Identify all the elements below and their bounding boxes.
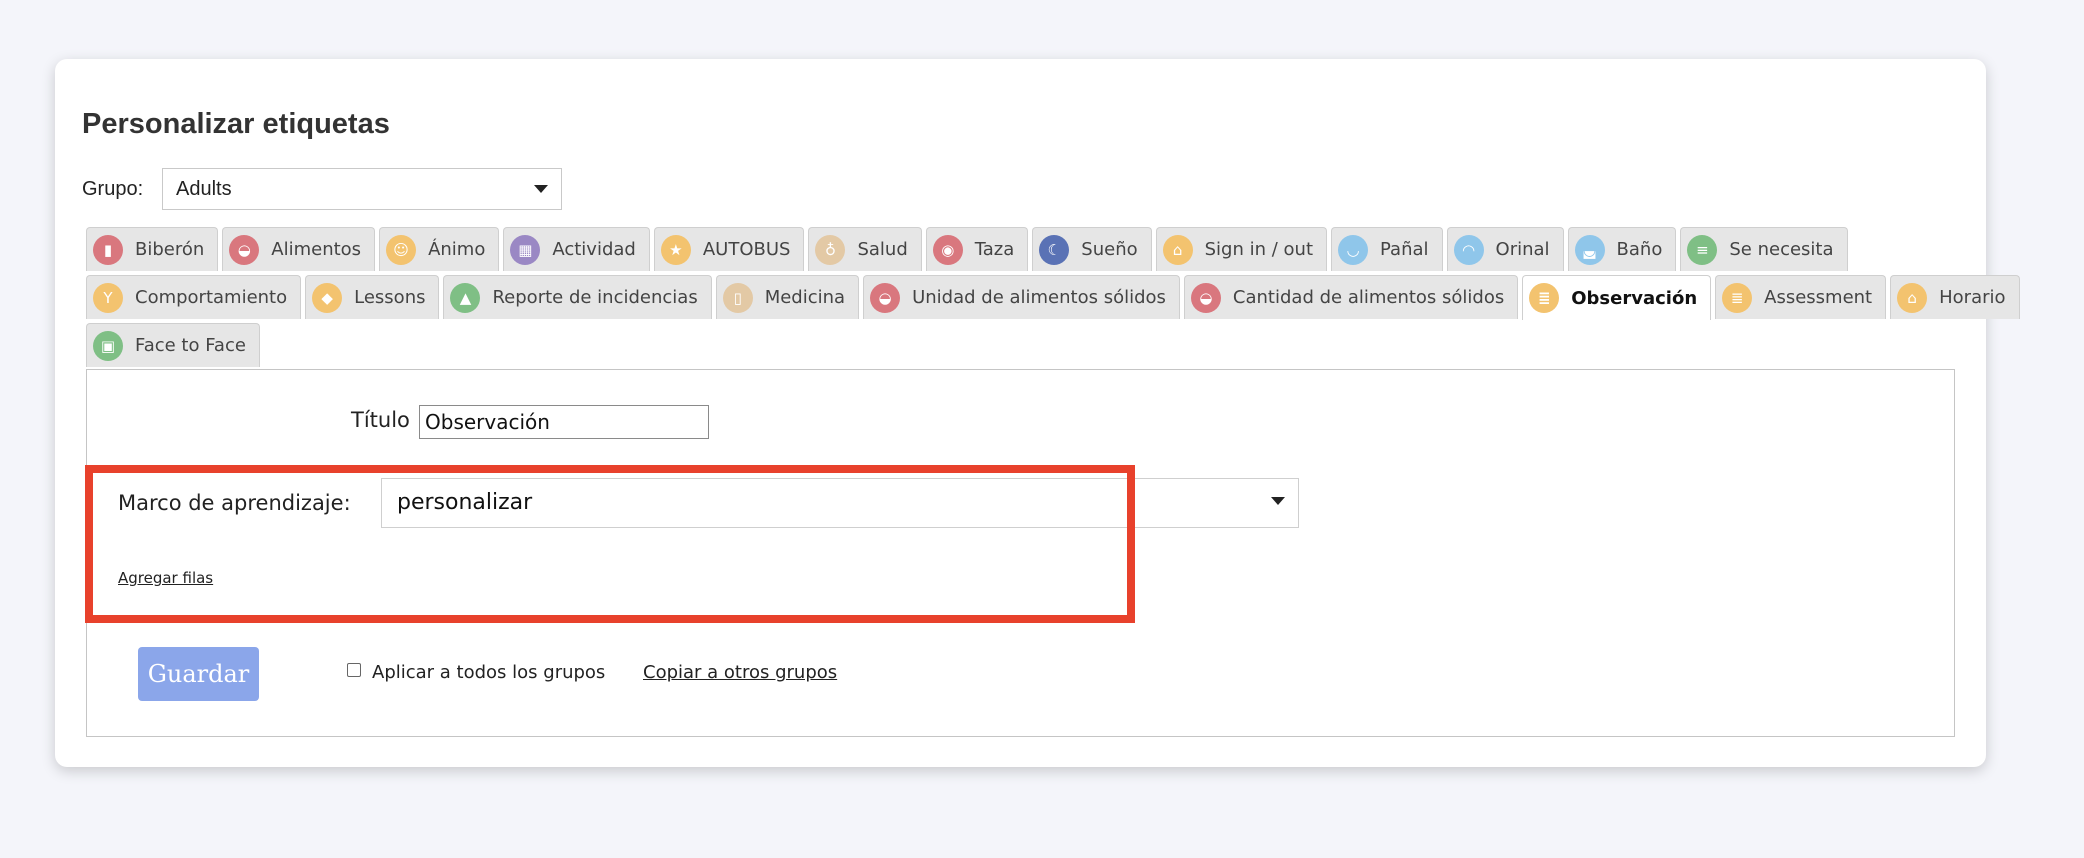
schedule-house-icon: ⌂ <box>1897 282 1928 313</box>
tab-food-bowl[interactable]: ◒ Alimentos <box>222 227 376 271</box>
tab-label: Orinal <box>1495 239 1550 260</box>
tab-label: Observación <box>1571 287 1698 309</box>
house-icon: ⌂ <box>1162 234 1193 265</box>
tab-label: Comportamiento <box>135 287 288 308</box>
group-select[interactable]: Adults <box>162 168 562 210</box>
titulo-input[interactable] <box>419 405 709 439</box>
tab-star[interactable]: ★ AUTOBUS <box>653 227 805 271</box>
tab-warning[interactable]: ▲ Reporte de incidencias <box>443 275 712 319</box>
tab-bathtub[interactable]: ◛ Baño <box>1567 227 1677 271</box>
tabs-row-1: ▮ Biberón ◒ Alimentos ☺ Ánimo ▦ Actividad ★ AUTOB… <box>86 227 1852 271</box>
sippy-cup-icon: ◉ <box>932 234 963 265</box>
tab-label: Se necesita <box>1729 239 1834 260</box>
tab-label: Assessment <box>1764 287 1873 308</box>
tab-label: Unidad de alimentos sólidos <box>912 287 1166 308</box>
solid-food-amount-icon: ◒ <box>1190 282 1221 313</box>
tab-mood-face[interactable]: ☺ Ánimo <box>379 227 500 271</box>
blocks-icon: ▦ <box>510 234 541 265</box>
tab-observation-notes[interactable]: ≣ Observación <box>1522 275 1712 320</box>
tab-schedule-house[interactable]: ⌂ Horario <box>1890 275 2020 319</box>
bathtub-icon: ◛ <box>1574 234 1605 265</box>
face-to-face-icon: ▣ <box>93 330 123 361</box>
page-title: Personalizar etiquetas <box>82 108 390 140</box>
observation-notes-icon: ≣ <box>1529 283 1560 313</box>
warning-icon: ▲ <box>450 282 481 313</box>
tab-stethoscope[interactable]: ♁ Salud <box>808 227 922 271</box>
tab-label: Lessons <box>354 287 426 308</box>
tab-label: Sign in / out <box>1204 239 1314 260</box>
tab-label: Salud <box>857 239 908 260</box>
tab-label: Sueño <box>1081 239 1138 260</box>
group-label: Grupo: <box>82 178 144 200</box>
tab-solid-food-amount[interactable]: ◒ Cantidad de alimentos sólidos <box>1183 275 1519 319</box>
tab-behavior[interactable]: Y Comportamiento <box>86 275 302 319</box>
chevron-down-icon <box>534 185 548 193</box>
assessment-notes-icon: ≣ <box>1722 282 1753 313</box>
tab-house[interactable]: ⌂ Sign in / out <box>1155 227 1328 271</box>
tab-graduation-cap[interactable]: ◆ Lessons <box>305 275 440 319</box>
tab-label: Actividad <box>552 239 636 260</box>
tab-label: Horario <box>1939 287 2006 308</box>
medicine-bottle-icon: ▯ <box>722 282 753 313</box>
copiar-otros-grupos-link[interactable]: Copiar a otros grupos <box>643 662 837 683</box>
tab-baby-bottle[interactable]: ▮ Biberón <box>86 227 219 271</box>
tab-diaper[interactable]: ◡ Pañal <box>1331 227 1443 271</box>
titulo-label: Título <box>351 408 410 432</box>
diaper-icon: ◡ <box>1338 234 1369 265</box>
baby-bottle-icon: ▮ <box>93 234 123 265</box>
potty-icon: ◠ <box>1453 234 1484 265</box>
tab-blocks[interactable]: ▦ Actividad <box>503 227 650 271</box>
tab-label: Alimentos <box>271 239 362 260</box>
tab-label: Face to Face <box>135 335 246 356</box>
tab-medicine-bottle[interactable]: ▯ Medicina <box>715 275 860 319</box>
behavior-icon: Y <box>93 282 123 313</box>
tab-label: Cantidad de alimentos sólidos <box>1232 287 1505 308</box>
guardar-button[interactable]: Guardar <box>138 647 259 701</box>
stethoscope-icon: ♁ <box>815 234 846 265</box>
solid-food-unit-icon: ◒ <box>870 282 901 313</box>
tab-assessment-notes[interactable]: ≣ Assessment <box>1715 275 1887 319</box>
highlight-box <box>85 465 1135 623</box>
tab-moon[interactable]: ☾ Sueño <box>1032 227 1152 271</box>
chevron-down-icon <box>1271 497 1285 505</box>
tab-label: Medicina <box>764 287 846 308</box>
tab-label: Reporte de incidencias <box>492 287 698 308</box>
apply-all-label: Aplicar a todos los grupos <box>372 662 606 683</box>
mood-face-icon: ☺ <box>386 234 417 265</box>
tab-sippy-cup[interactable]: ◉ Taza <box>925 227 1029 271</box>
graduation-cap-icon: ◆ <box>312 282 343 313</box>
group-select-value: Adults <box>176 178 232 200</box>
tab-label: Taza <box>974 239 1015 260</box>
tab-label: AUTOBUS <box>702 239 791 260</box>
tab-face-to-face[interactable]: ▣ Face to Face <box>86 323 260 367</box>
apply-all-checkbox[interactable] <box>347 663 361 677</box>
checklist-icon: ≡ <box>1687 234 1718 265</box>
moon-icon: ☾ <box>1039 234 1070 265</box>
tab-label: Ánimo <box>428 239 486 260</box>
tabs-row-2: Y Comportamiento ◆ Lessons ▲ Reporte de incid… <box>86 275 2024 320</box>
tab-potty[interactable]: ◠ Orinal <box>1446 227 1564 271</box>
tab-solid-food-unit[interactable]: ◒ Unidad de alimentos sólidos <box>863 275 1180 319</box>
food-bowl-icon: ◒ <box>229 234 260 265</box>
tab-label: Baño <box>1616 239 1663 260</box>
tabs-row-3: ▣ Face to Face <box>86 323 264 367</box>
star-icon: ★ <box>660 234 691 265</box>
tab-checklist[interactable]: ≡ Se necesita <box>1680 227 1848 271</box>
tab-label: Biberón <box>135 239 205 260</box>
tab-label: Pañal <box>1380 239 1429 260</box>
